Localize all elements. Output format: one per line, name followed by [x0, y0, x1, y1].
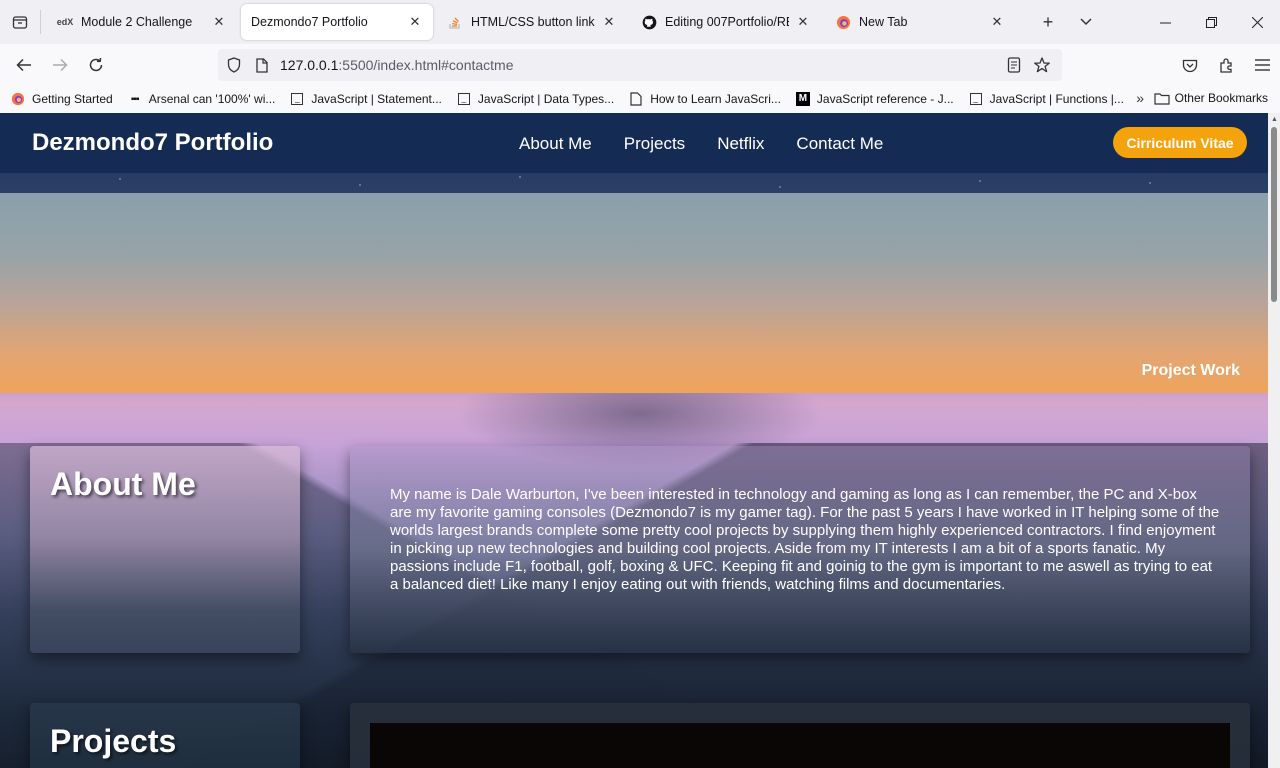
bookmark-getting-started[interactable]: Getting Started	[10, 91, 113, 107]
about-me-heading: About Me	[50, 466, 196, 502]
tab-title: New Tab	[859, 15, 908, 29]
list-all-tabs-chevron-down-icon[interactable]	[1067, 6, 1105, 38]
toolbar-right	[1172, 49, 1280, 81]
tab-github-editing[interactable]: Editing 007Portfolio/READ ✕	[631, 4, 821, 40]
other-bookmarks-folder[interactable]: Other Bookmarks	[1154, 91, 1268, 105]
mdn-icon: M	[795, 91, 811, 107]
bookmark-js-functions[interactable]: _ JavaScript | Functions |...	[968, 91, 1124, 107]
close-window-icon[interactable]	[1234, 0, 1280, 44]
starfield-background	[0, 173, 1268, 193]
bookmarks-toolbar: Getting Started ▪▪▪ Arsenal can '100%' w…	[0, 86, 1280, 112]
close-icon[interactable]: ✕	[601, 14, 617, 30]
close-icon[interactable]: ✕	[989, 14, 1005, 30]
code-icon: _	[289, 91, 305, 107]
cv-button[interactable]: Cirriculum Vitae	[1113, 127, 1247, 158]
site-nav: About Me Projects Netflix Contact Me	[519, 134, 915, 154]
address-bar[interactable]: 127.0.0.1:5500/index.html#contactme	[218, 49, 1062, 81]
folder-icon	[1154, 92, 1170, 105]
close-icon[interactable]: ✕	[211, 14, 227, 30]
nav-link-contact-me[interactable]: Contact Me	[796, 134, 883, 154]
page-icon	[628, 91, 644, 107]
reload-icon[interactable]	[78, 49, 114, 81]
site-header: Dezmondo7 Portfolio About Me Projects Ne…	[0, 113, 1268, 173]
tab-actions: +	[1029, 6, 1105, 38]
tab-title: Module 2 Challenge	[81, 15, 193, 29]
bookmark-js-statements[interactable]: _ JavaScript | Statement...	[289, 91, 442, 107]
bookmark-how-to-learn-js[interactable]: How to Learn JavaScri...	[628, 91, 781, 107]
site-brand[interactable]: Dezmondo7 Portfolio	[32, 129, 273, 157]
nav-link-projects[interactable]: Projects	[624, 134, 685, 154]
code-icon: _	[456, 91, 472, 107]
about-me-text: My name is Dale Warburton, I've been int…	[390, 486, 1220, 593]
tab-module-2-challenge[interactable]: edX Module 2 Challenge ✕	[47, 4, 237, 40]
bookmark-label: Getting Started	[32, 92, 113, 106]
project-preview-image[interactable]	[370, 723, 1230, 768]
stackoverflow-icon	[447, 14, 463, 30]
close-icon[interactable]: ✕	[407, 14, 423, 30]
tab-bar: edX Module 2 Challenge ✕ Dezmondo7 Portf…	[0, 0, 1280, 44]
restore-icon[interactable]	[1188, 0, 1234, 44]
navigation-toolbar: 127.0.0.1:5500/index.html#contactme	[0, 44, 1280, 86]
new-tab-plus-icon[interactable]: +	[1029, 6, 1067, 38]
projects-heading-card: Projects	[30, 703, 300, 768]
tab-overview-icon[interactable]	[0, 0, 40, 44]
tab-title: HTML/CSS button link no	[471, 15, 595, 29]
tab-title: Dezmondo7 Portfolio	[251, 15, 368, 29]
scroll-up-arrow-icon[interactable]: ▲	[1271, 116, 1278, 123]
bookmark-label: JavaScript reference - J...	[816, 92, 954, 106]
news-icon: ▪▪▪	[130, 93, 140, 105]
bookmark-label: JavaScript | Data Types...	[477, 92, 615, 106]
bookmark-label: JavaScript | Functions |...	[989, 92, 1124, 106]
nav-link-netflix[interactable]: Netflix	[717, 134, 764, 154]
bookmark-js-data-types[interactable]: _ JavaScript | Data Types...	[456, 91, 614, 107]
about-me-heading-card: About Me	[30, 446, 300, 653]
close-icon[interactable]: ✕	[795, 14, 811, 30]
code-icon: _	[968, 91, 984, 107]
tab-dezmondo7-portfolio[interactable]: Dezmondo7 Portfolio ✕	[241, 4, 433, 40]
bookmark-label: Arsenal can '100%' wi...	[148, 92, 276, 106]
about-me-content-card: My name is Dale Warburton, I've been int…	[350, 446, 1250, 653]
pocket-icon[interactable]	[1172, 49, 1208, 81]
bookmark-label: How to Learn JavaScri...	[650, 92, 781, 106]
url-path: :5500/index.html#contactme	[338, 57, 514, 73]
reader-view-icon[interactable]	[1000, 51, 1028, 79]
scrollbar-thumb[interactable]	[1271, 127, 1277, 302]
firefox-icon	[835, 14, 851, 30]
hero-banner: Project Work	[0, 193, 1268, 393]
edx-icon: edX	[56, 17, 74, 27]
url-text[interactable]: 127.0.0.1:5500/index.html#contactme	[280, 57, 514, 73]
tab-title: Editing 007Portfolio/READ	[665, 15, 789, 29]
projects-content-card	[350, 703, 1250, 768]
shield-icon[interactable]	[220, 51, 248, 79]
minimize-icon[interactable]	[1142, 0, 1188, 44]
bookmark-arsenal[interactable]: ▪▪▪ Arsenal can '100%' wi...	[127, 91, 276, 107]
bookmarks-overflow-chevron-icon[interactable]: »	[1136, 90, 1144, 106]
other-bookmarks-label: Other Bookmarks	[1174, 91, 1268, 105]
back-arrow-icon[interactable]	[6, 49, 42, 81]
url-host: 127.0.0.1	[280, 57, 339, 73]
page-scrollbar[interactable]: ▲	[1268, 113, 1280, 768]
bookmark-star-icon[interactable]	[1028, 51, 1056, 79]
hero-label[interactable]: Project Work	[1142, 362, 1240, 380]
nav-link-about-me[interactable]: About Me	[519, 134, 592, 154]
tab-new-tab[interactable]: New Tab ✕	[825, 4, 1015, 40]
forward-arrow-icon[interactable]	[42, 49, 78, 81]
page-info-icon[interactable]	[248, 51, 276, 79]
menu-hamburger-icon[interactable]	[1244, 49, 1280, 81]
tab-separator	[40, 10, 41, 34]
projects-heading: Projects	[50, 723, 177, 759]
github-icon	[641, 14, 657, 30]
window-controls	[1142, 0, 1280, 44]
url-actions	[1000, 51, 1056, 79]
page-viewport: Dezmondo7 Portfolio About Me Projects Ne…	[0, 113, 1268, 768]
tab-html-css-button[interactable]: HTML/CSS button link no ✕	[437, 4, 627, 40]
extensions-icon[interactable]	[1208, 49, 1244, 81]
firefox-icon	[10, 91, 26, 107]
bookmark-js-reference[interactable]: M JavaScript reference - J...	[795, 91, 954, 107]
bookmark-label: JavaScript | Statement...	[311, 92, 442, 106]
